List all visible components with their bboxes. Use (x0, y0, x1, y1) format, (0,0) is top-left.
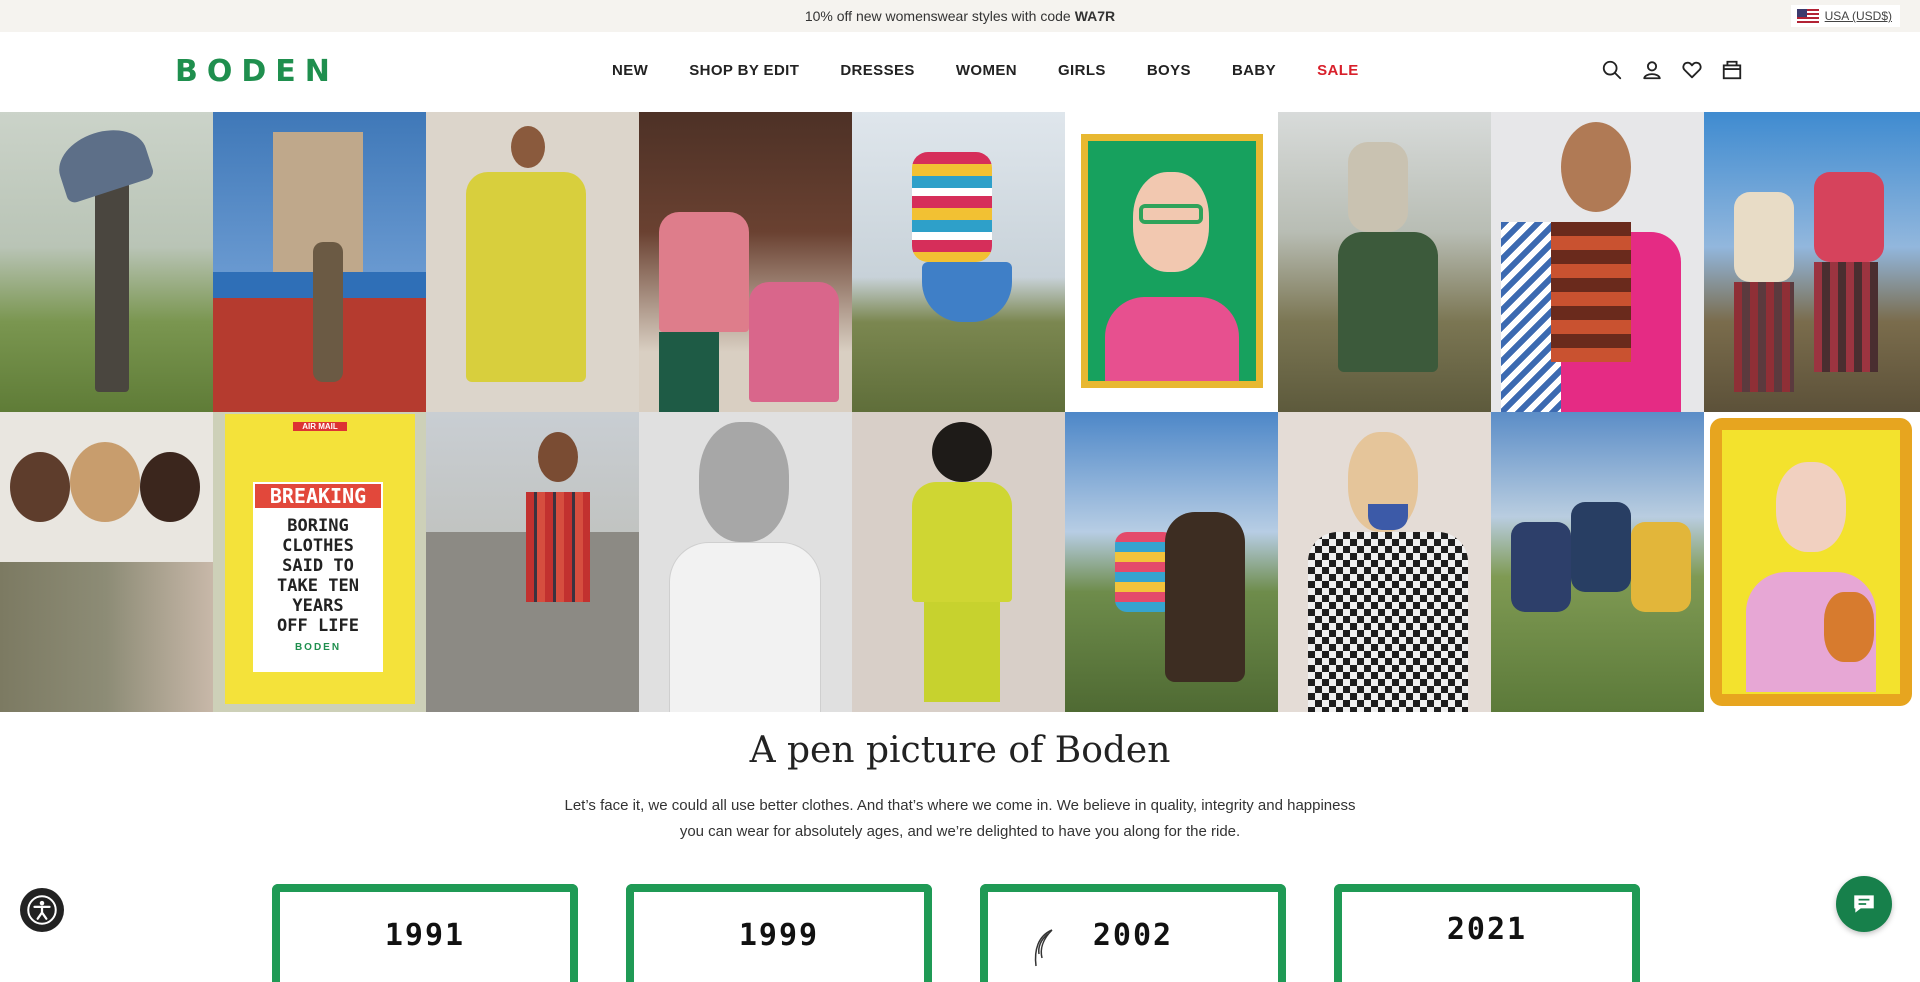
accessibility-button[interactable] (20, 888, 64, 932)
nav-girls[interactable]: GIRLS (1058, 62, 1106, 79)
gallery-photo-teacup (1278, 412, 1491, 712)
nav-boys[interactable]: BOYS (1147, 62, 1191, 79)
wishlist-heart-icon[interactable] (1680, 58, 1704, 82)
gallery-illustration-portrait-man (1065, 112, 1278, 412)
nav-baby[interactable]: BABY (1232, 62, 1276, 79)
promo-bar: 10% off new womenswear styles with code … (0, 0, 1920, 32)
gallery-photo-boy-and-dog (1065, 412, 1278, 712)
main-nav: NEW SHOP BY EDIT DRESSES WOMEN GIRLS BOY… (612, 62, 1359, 79)
sign-line-4: TAKE TEN (277, 576, 359, 596)
sign-line-3: SAID TO (282, 556, 354, 576)
gallery-photo-striped-scarf (1491, 112, 1704, 412)
locale-selector[interactable]: USA (USD$) (1790, 5, 1900, 27)
chat-bubble-icon (1854, 895, 1874, 913)
intro-line-2: you can wear for absolutely ages, and we… (679, 823, 1241, 840)
nav-women[interactable]: WOMEN (956, 62, 1017, 79)
boden-logo[interactable]: BODEN (175, 54, 339, 89)
sign-line-6: OFF LIFE (277, 616, 359, 636)
timeline-year: 1999 (738, 918, 820, 953)
gallery-photo-fish-holders (1704, 112, 1920, 412)
gallery-photo-umbrella-field (0, 112, 213, 412)
us-flag-icon (1796, 9, 1819, 23)
gallery-photo-tartan-dress (426, 412, 639, 712)
sign-boden: BODEN (294, 642, 342, 653)
timeline-year: 2002 (1092, 918, 1174, 953)
page-title: A pen picture of Boden (749, 730, 1171, 771)
sign-airmail: AIR MAIL (293, 422, 347, 431)
gallery-illustration-queen (1704, 412, 1920, 712)
gallery-photo-kids-running (1491, 412, 1704, 712)
site-header: BODEN NEW SHOP BY EDIT DRESSES WOMEN GIR… (0, 32, 1920, 112)
gallery-photo-breaking-sign: AIR MAIL BREAKING BORING CLOTHES SAID TO… (213, 412, 426, 712)
gallery-photo-friends-group (0, 412, 213, 712)
locale-label: USA (USD$) (1824, 9, 1892, 23)
gallery-photo-piggyback (1278, 112, 1491, 412)
chat-button[interactable] (1836, 876, 1892, 932)
intro-text: Let’s face it, we could all use better c… (540, 793, 1380, 845)
nav-new[interactable]: NEW (612, 62, 648, 79)
gallery-photo-founder-bw (639, 412, 852, 712)
sign-line-1: BORING (287, 516, 349, 536)
sign-line-5: YEARS (292, 596, 344, 616)
accessibility-icon (27, 895, 57, 925)
timeline-year: 1991 (384, 918, 466, 953)
gallery-photo-kitchen-biscuits (639, 112, 852, 412)
bag-icon[interactable] (1720, 58, 1744, 82)
sign-breaking: BREAKING (255, 484, 381, 508)
gallery-photo-lime-suit (852, 412, 1065, 712)
nav-sale[interactable]: SALE (1317, 62, 1359, 79)
gallery-photo-tower-bridge (213, 112, 426, 412)
header-actions (1600, 58, 1744, 82)
nav-dresses[interactable]: DRESSES (840, 62, 915, 79)
promo-code: WA7R (1074, 8, 1116, 24)
timeline-card-2021[interactable]: 2021 (1334, 884, 1640, 982)
account-icon[interactable] (1640, 58, 1664, 82)
promo-text: 10% off new womenswear styles with code (804, 8, 1071, 24)
intro-line-1: Let’s face it, we could all use better c… (564, 797, 1356, 814)
sign-line-2: CLOTHES (282, 536, 354, 556)
timeline-year: 2021 (1446, 912, 1528, 947)
gallery-photo-yellow-suit (426, 112, 639, 412)
search-icon[interactable] (1600, 58, 1624, 82)
nav-shop-by-edit[interactable]: SHOP BY EDIT (689, 62, 799, 79)
photo-gallery: AIR MAIL BREAKING BORING CLOTHES SAID TO… (0, 112, 1920, 712)
timeline-card-1991[interactable]: 1991 (272, 884, 578, 982)
gallery-photo-jumping-girl (852, 112, 1065, 412)
timeline-card-2002[interactable]: 2002 (980, 884, 1286, 982)
timeline-card-1999[interactable]: 1999 (626, 884, 932, 982)
